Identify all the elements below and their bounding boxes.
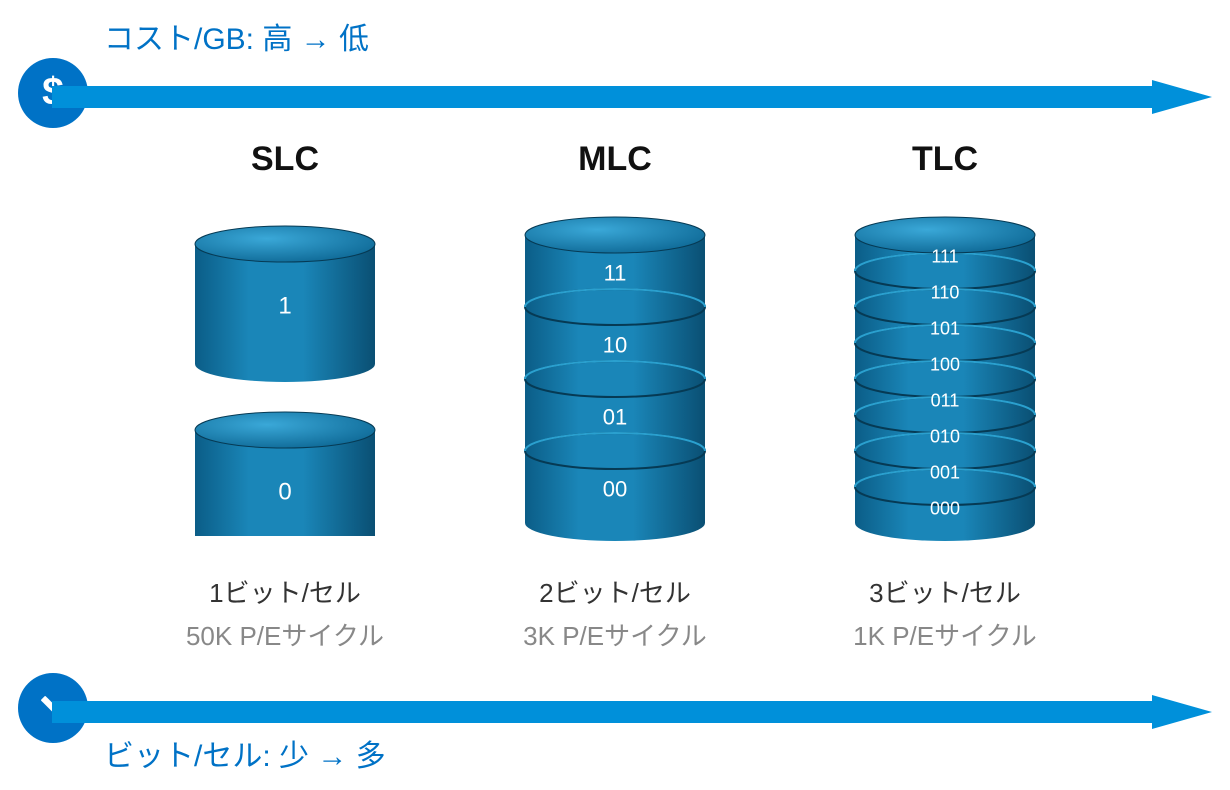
column-tlc: TLC 111 110 101 100 011 010 001 000 3ビット/セル 1K … (815, 140, 1075, 653)
bits-per-cell-text: 1ビット/セル (209, 573, 361, 610)
arrow-right-icon (52, 80, 1212, 140)
cylinder-stack: 10 (185, 199, 385, 559)
column-title: MLC (578, 140, 652, 179)
column-title: SLC (251, 140, 319, 179)
bottom-arrow-label: ビット/セル: 少 → 多 (104, 731, 386, 775)
bits-per-cell-text: 2ビット/セル (539, 573, 691, 610)
column-slc: SLC 10 1ビット/セル 50K P/Eサイクル (155, 140, 415, 653)
svg-text:1: 1 (278, 292, 291, 319)
svg-text:111: 111 (931, 246, 958, 266)
svg-text:001: 001 (930, 462, 960, 482)
svg-text:110: 110 (931, 282, 960, 302)
svg-text:00: 00 (603, 476, 627, 501)
cylinder-stack: 111 110 101 100 011 010 001 000 (845, 199, 1045, 559)
svg-text:000: 000 (930, 498, 960, 518)
svg-text:0: 0 (278, 478, 291, 505)
pe-cycles-text: 50K P/Eサイクル (186, 616, 384, 653)
column-title: TLC (912, 140, 978, 179)
pe-cycles-text: 1K P/Eサイクル (853, 616, 1037, 653)
bottom-arrow-row: ビット/セル: 少 → 多 (0, 673, 1230, 773)
svg-text:100: 100 (930, 354, 960, 374)
svg-text:11: 11 (604, 260, 627, 285)
svg-text:010: 010 (930, 426, 960, 446)
svg-text:011: 011 (931, 390, 960, 410)
column-mlc: MLC 11 10 01 00 2ビット/セル 3K P/Eサイクル (485, 140, 745, 653)
cylinder-stack: 11 10 01 00 (515, 199, 715, 559)
pe-cycles-text: 3K P/Eサイクル (523, 616, 707, 653)
bits-per-cell-text: 3ビット/セル (869, 573, 1021, 610)
svg-text:01: 01 (603, 404, 627, 429)
top-arrow-label: コスト/GB: 高 → 低 (104, 14, 369, 58)
svg-text:101: 101 (930, 318, 960, 338)
svg-text:10: 10 (603, 332, 627, 357)
top-arrow-row: コスト/GB: 高 → 低 $ (0, 10, 1230, 110)
columns-container: SLC 10 1ビット/セル 50K P/Eサイクル MLC 11100100 … (0, 140, 1230, 653)
